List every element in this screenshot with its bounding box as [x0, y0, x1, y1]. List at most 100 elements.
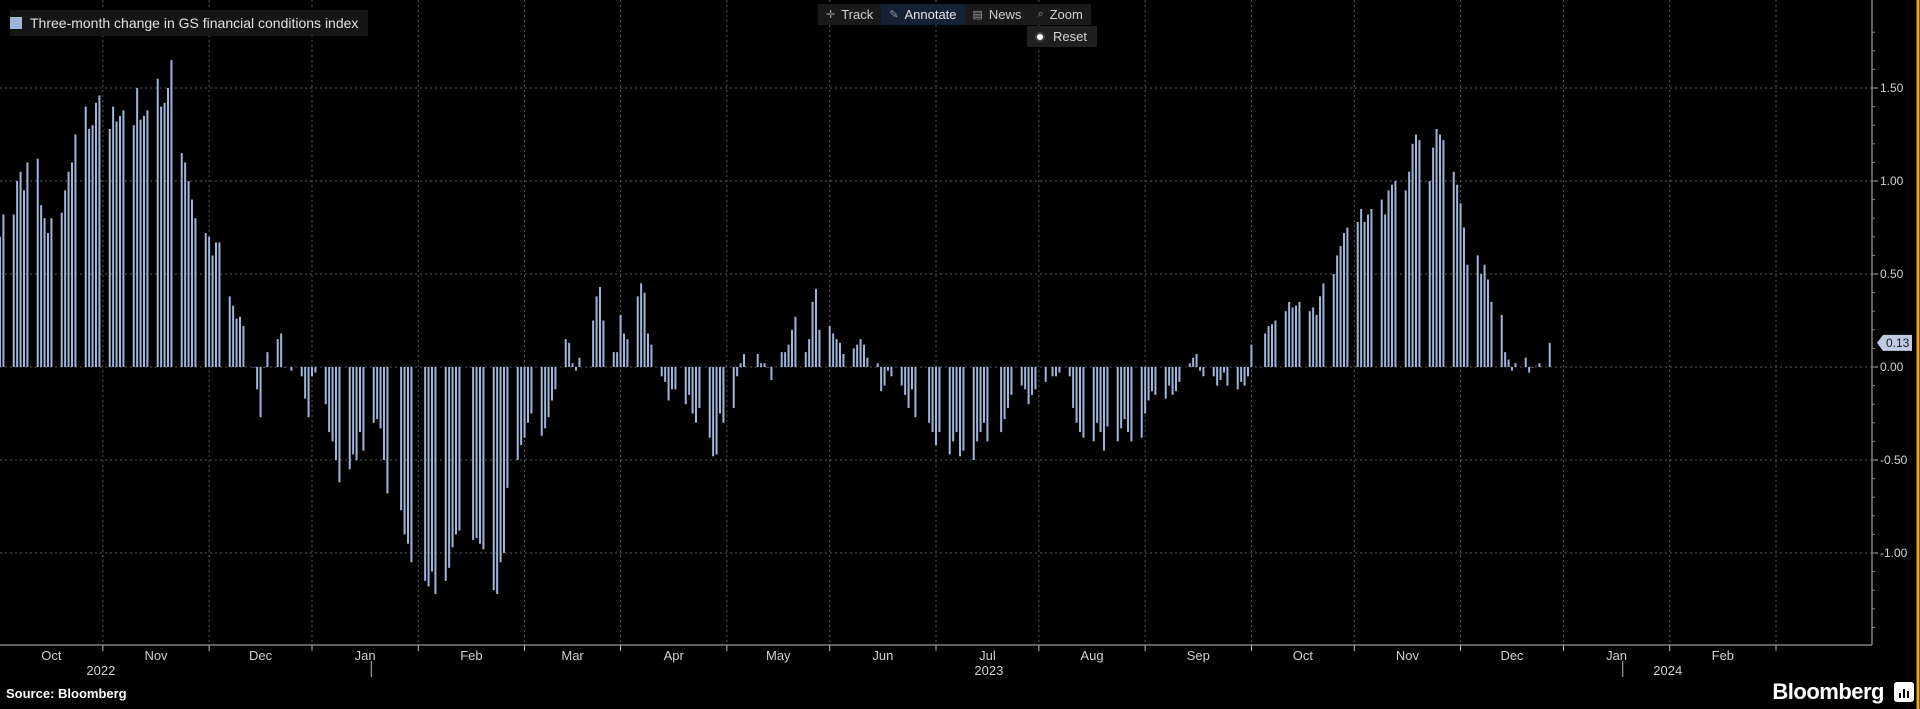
bar: [931, 367, 934, 433]
bar: [472, 367, 475, 540]
bar: [900, 367, 903, 386]
bar: [523, 367, 526, 438]
bar: [0, 236, 1, 367]
bar: [314, 367, 317, 373]
bar: [1284, 311, 1287, 367]
bar: [1418, 140, 1421, 367]
bar: [1384, 214, 1387, 367]
bar: [1298, 301, 1301, 367]
x-tick-label: Aug: [1080, 648, 1103, 663]
bar: [832, 333, 835, 367]
bar: [551, 367, 553, 401]
bar: [568, 342, 571, 367]
bar: [74, 134, 77, 367]
bar: [1020, 367, 1023, 386]
bar: [1428, 181, 1431, 367]
bar: [883, 367, 886, 386]
x-tick-label: Jan: [355, 648, 376, 663]
x-tick-label: Dec: [1500, 648, 1524, 663]
bar: [887, 367, 889, 371]
reset-label: Reset: [1053, 29, 1087, 44]
bar: [948, 367, 951, 455]
bar: [1538, 363, 1541, 367]
bar: [1195, 353, 1198, 367]
bar: [527, 367, 529, 423]
bar: [1034, 367, 1037, 390]
bar: [492, 367, 495, 591]
bar: [1490, 301, 1493, 367]
bar: [160, 106, 163, 367]
bar: [650, 344, 653, 367]
bar: [928, 367, 931, 423]
bar: [1106, 367, 1109, 427]
bar: [914, 367, 917, 418]
bar: [818, 329, 821, 367]
annotate-button[interactable]: ✎ Annotate: [881, 4, 965, 25]
bar: [1404, 190, 1407, 367]
bar: [1288, 301, 1291, 367]
bar: [804, 352, 807, 367]
bar: [290, 367, 293, 371]
bar: [876, 363, 879, 367]
x-tick-label: Nov: [144, 648, 168, 663]
bar: [95, 102, 97, 367]
bar: [1432, 147, 1435, 367]
bar: [208, 236, 211, 367]
bar: [1459, 203, 1462, 367]
track-button[interactable]: ✛ Track: [818, 4, 881, 25]
news-button[interactable]: ▤ News: [965, 4, 1030, 25]
bar: [780, 352, 783, 367]
bar: [1099, 367, 1102, 433]
bar: [139, 119, 142, 368]
bar: [263, 367, 265, 368]
bar: [23, 190, 25, 367]
year-label: 2024: [1653, 663, 1682, 678]
year-label: 2022: [86, 663, 115, 678]
bar: [842, 353, 845, 367]
bar: [1339, 246, 1342, 367]
bar: [1456, 184, 1459, 367]
bar: [1524, 357, 1527, 367]
zoom-button[interactable]: ⌕ Zoom: [1029, 4, 1090, 25]
bar: [496, 367, 499, 594]
bar: [1212, 367, 1215, 377]
bar: [938, 367, 941, 433]
track-label: Track: [841, 7, 874, 22]
bar: [907, 367, 910, 408]
y-tick-label: 1.00: [1880, 174, 1904, 188]
bar: [379, 367, 382, 429]
bar: [640, 283, 643, 367]
bar: [252, 367, 255, 368]
bar: [191, 199, 193, 367]
zoom-label: Zoom: [1049, 7, 1083, 22]
bar: [784, 352, 787, 367]
bar: [499, 367, 502, 563]
bar: [1171, 367, 1174, 395]
bar: [952, 367, 955, 442]
bar: [1336, 255, 1339, 367]
bar: [184, 162, 187, 367]
bar: [815, 288, 817, 367]
bar: [1264, 333, 1267, 367]
reset-button[interactable]: Reset: [1027, 26, 1097, 47]
bar: [108, 128, 111, 367]
bar: [1487, 279, 1489, 367]
bar: [1058, 367, 1061, 373]
x-tick-label: Oct: [1293, 648, 1314, 663]
y-tick-label: 0.00: [1880, 360, 1904, 374]
bar: [50, 218, 53, 367]
bar: [688, 367, 691, 395]
bar: [1068, 367, 1071, 377]
legend: Three-month change in GS financial condi…: [10, 10, 369, 36]
bar: [1463, 227, 1465, 367]
bar: [852, 348, 855, 367]
x-tick-label: May: [766, 648, 791, 663]
bar: [1007, 367, 1009, 408]
bar: [1044, 367, 1047, 382]
bar: [674, 367, 677, 390]
bar: [623, 333, 625, 367]
x-tick-label: Jul: [979, 648, 996, 663]
bar: [482, 367, 485, 550]
bar: [1123, 367, 1126, 420]
bar: [643, 292, 646, 367]
